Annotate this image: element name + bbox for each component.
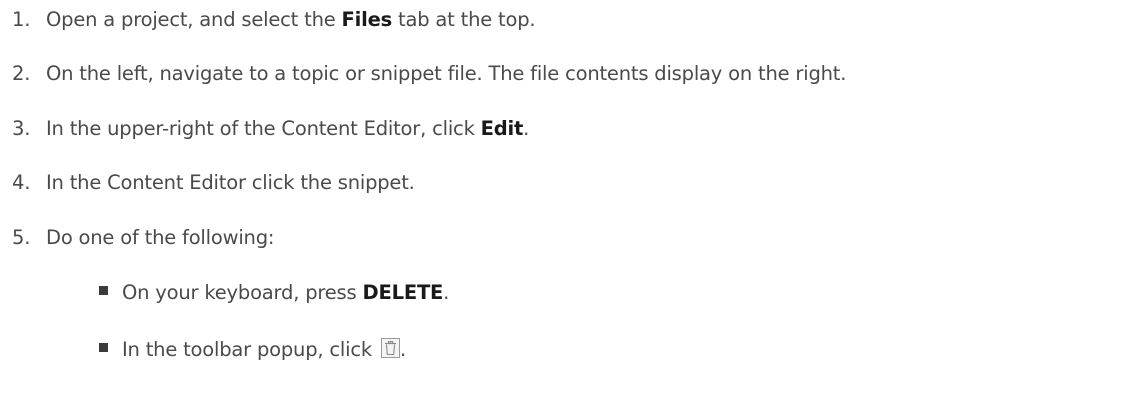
- step-text: Do one of the following:: [46, 226, 275, 249]
- step-text: In the upper-right of the Content Editor…: [46, 117, 481, 140]
- step-1: 1. Open a project, and select the Files t…: [0, 8, 536, 32]
- option-text: In the toolbar popup, click: [122, 338, 378, 361]
- step-text: In the Content Editor click the snippet.: [46, 171, 415, 194]
- step-number: 3.: [12, 117, 31, 140]
- option-toolbar: In the toolbar popup, click .: [99, 336, 406, 362]
- option-text: .: [443, 281, 450, 304]
- step-text: .: [523, 117, 530, 140]
- step-text: tab at the top.: [392, 8, 536, 31]
- trash-icon-glyph: [384, 341, 396, 356]
- step-number: 5.: [12, 226, 31, 249]
- step-3: 3. In the upper-right of the Content Edit…: [0, 117, 529, 141]
- step-number: 2.: [12, 62, 31, 85]
- instruction-list: 1. Open a project, and select the Files t…: [0, 0, 1140, 393]
- files-tab-label: Files: [341, 8, 393, 31]
- bullet-icon: [99, 286, 108, 295]
- delete-key-label: DELETE: [362, 281, 444, 304]
- step-5: 5. Do one of the following:: [0, 226, 274, 250]
- step-text: Open a project, and select the: [46, 8, 342, 31]
- option-keyboard: On your keyboard, press DELETE.: [99, 281, 449, 305]
- step-2: 2. On the left, navigate to a topic or sn…: [0, 62, 846, 86]
- option-text: .: [399, 338, 406, 361]
- option-text: On your keyboard, press: [122, 281, 363, 304]
- bullet-icon: [99, 343, 108, 352]
- step-number: 4.: [12, 171, 31, 194]
- step-number: 1.: [12, 8, 31, 31]
- step-4: 4. In the Content Editor click the snippe…: [0, 171, 415, 195]
- trash-icon[interactable]: [380, 338, 400, 358]
- step-text: On the left, navigate to a topic or snip…: [46, 62, 847, 85]
- edit-button-label: Edit: [480, 117, 524, 140]
